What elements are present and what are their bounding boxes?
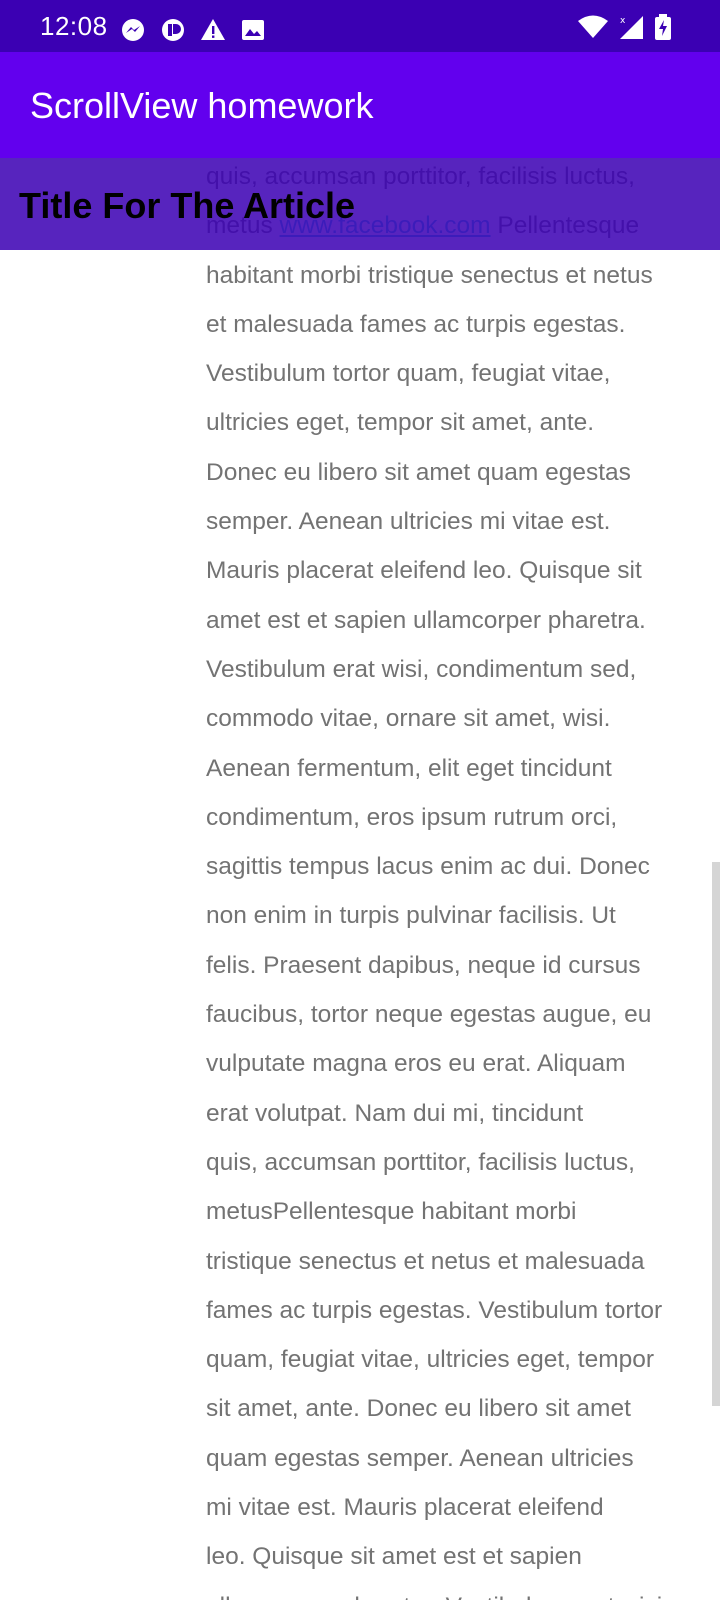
article-line: condimentum, eros ipsum rutrum orci, [206,803,618,831]
article-line: metusPellentesque habitant morbi [206,1198,577,1226]
article-line: semper. Aenean ultricies mi vitae est. [206,508,611,536]
app-notification-icon [160,17,186,43]
image-icon [240,17,266,43]
article-line: et malesuada fames ac turpis egestas. [206,310,626,338]
app-title: ScrollView homework [30,85,374,126]
notification-icons [120,17,266,43]
article-line: tristique senectus et netus et malesuada [206,1247,645,1275]
article-line: commodo vitae, ornare sit amet, wisi. [206,705,611,733]
scrollbar-thumb[interactable] [712,862,720,1406]
article-line: quam, feugiat vitae, ultricies eget, tem… [206,1346,655,1374]
article-line: Aenean fermentum, elit eget tincidunt [206,754,612,782]
article-line: amet est et sapien ullamcorper pharetra. [206,606,646,634]
article-title: Title For The Article [19,185,356,226]
system-icons: x [578,14,672,40]
article-line: vulputate magna eros eu erat. Aliquam [206,1050,626,1078]
article-line: Vestibulum tortor quam, feugiat vitae, [206,360,611,388]
status-bar: 12:08 x [0,0,720,52]
article-line: mi vitae est. Mauris placerat eleifend [206,1494,604,1522]
article-line: fames ac turpis egestas. Vestibulum tort… [206,1296,663,1324]
svg-text:x: x [620,16,626,26]
article-line: sagittis tempus lacus enim ac dui. Donec [206,853,650,881]
article-line: non enim in turpis pulvinar facilisis. U… [206,902,616,930]
app-bar: ScrollView homework [0,52,720,158]
article-line: felis. Praesent dapibus, neque id cursus [206,951,641,979]
wifi-icon [578,14,608,40]
cellular-signal-icon: x [618,14,644,40]
article-line: Mauris placerat eleifend leo. Quisque si… [206,557,642,585]
article-body: quis, accumsan porttitor, facilisis luct… [206,152,704,1600]
screen: quis, accumsan porttitor, facilisis luct… [0,0,720,1600]
article-line: ullamcorper pharetra. Vestibulum erat wi… [206,1582,704,1600]
article-line: sit amet, ante. Donec eu libero sit amet [206,1395,631,1423]
status-time: 12:08 [40,11,108,41]
article-line: ultricies eget, tempor sit amet, ante. [206,409,595,437]
warning-icon [200,17,226,43]
article-line: leo. Quisque sit amet est et sapien [206,1543,582,1571]
article-line: quis, accumsan porttitor, facilisis luct… [206,1148,635,1176]
battery-charging-icon [654,14,672,40]
article-line: erat volutpat. Nam dui mi, tincidunt [206,1099,584,1127]
article-line: Vestibulum erat wisi, condimentum sed, [206,655,637,683]
messenger-icon [120,17,146,43]
article-line: quam egestas semper. Aenean ultricies [206,1444,634,1472]
article-line: Donec eu libero sit amet quam egestas [206,458,631,486]
article-line: faucibus, tortor neque egestas augue, eu [206,1001,652,1029]
article-line: habitant morbi tristique senectus et net… [206,261,653,289]
